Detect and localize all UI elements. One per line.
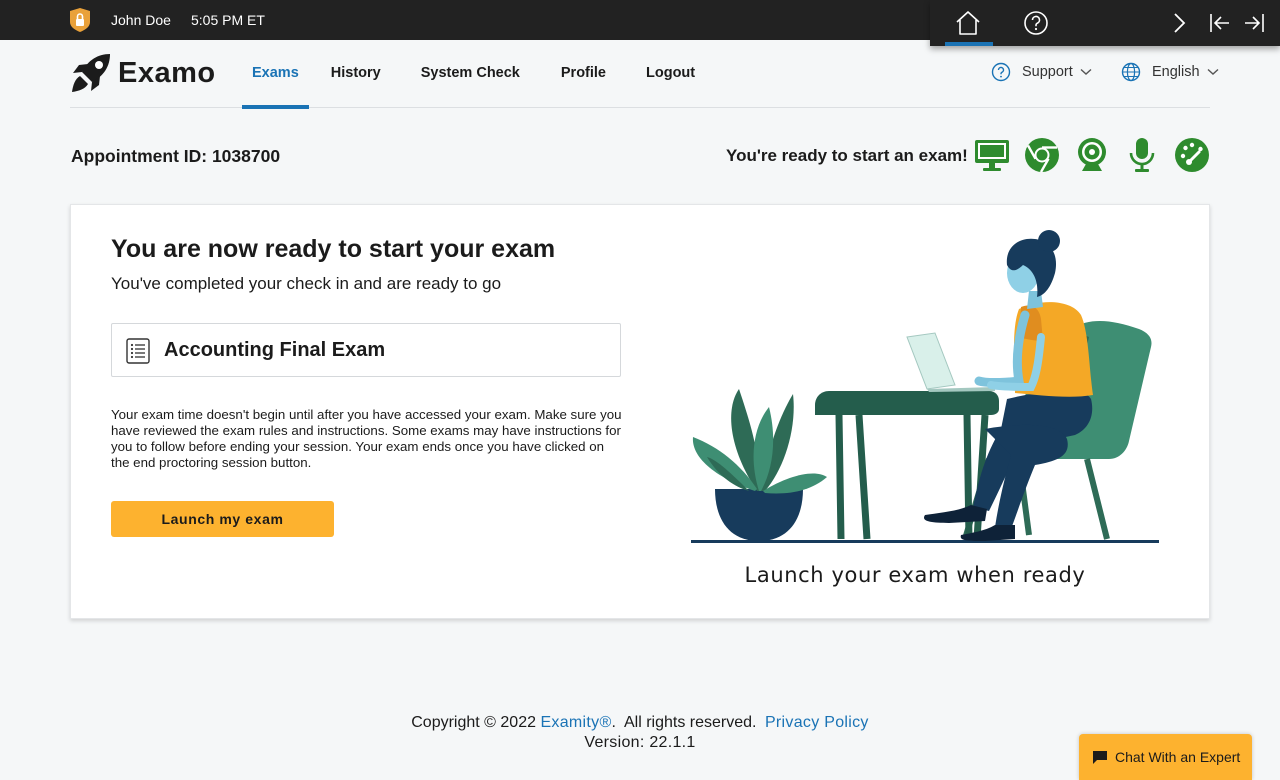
chat-with-expert-button[interactable]: Chat With an Expert [1079, 734, 1252, 780]
language-label: English [1152, 64, 1200, 80]
clock-time: 5:05 PM ET [191, 12, 265, 28]
speed-gauge-icon [1175, 138, 1209, 172]
list-document-icon [126, 338, 150, 364]
system-status-icons [974, 137, 1210, 173]
nav-exams[interactable]: Exams [242, 40, 309, 109]
exam-item: Accounting Final Exam [111, 323, 621, 377]
site-header: Examo Exams History System Check Profile… [70, 40, 1219, 109]
footer-copyright: Copyright © 2022 Examity®. All rights re… [0, 714, 1280, 732]
exam-instructions: Your exam time doesn't begin until after… [111, 407, 622, 470]
copyright-text: Copyright © 2022 [411, 714, 536, 731]
exam-ready-card: You are now ready to start your exam You… [70, 204, 1210, 619]
launch-exam-button[interactable]: Launch my exam [111, 501, 334, 537]
help-circle-icon [991, 62, 1011, 82]
collapse-left-icon[interactable] [1205, 8, 1235, 38]
ready-status-text: You're ready to start an exam! [726, 146, 968, 165]
rights-text: . All rights reserved. [611, 714, 757, 731]
collapse-right-icon[interactable] [1239, 8, 1269, 38]
user-name: John Doe [111, 12, 171, 28]
card-subtitle: You've completed your check in and are r… [111, 274, 502, 293]
nav-profile[interactable]: Profile [561, 40, 606, 108]
chevron-right-icon[interactable] [1164, 8, 1194, 38]
card-title: You are now ready to start your exam [111, 235, 556, 263]
chevron-down-icon [1207, 68, 1219, 75]
examity-link[interactable]: Examity® [540, 714, 611, 731]
student-at-desk-illustration [691, 230, 1159, 543]
nav-logout[interactable]: Logout [646, 40, 695, 108]
brand-name: Examo [118, 56, 216, 89]
support-menu[interactable]: Support [991, 62, 1092, 82]
chat-bubble-icon [1093, 751, 1107, 764]
help-icon[interactable] [1021, 8, 1051, 38]
microphone-icon [1129, 138, 1155, 172]
webcam-icon [1078, 138, 1106, 171]
home-icon[interactable] [953, 8, 983, 38]
brand-logo[interactable]: Examo [70, 52, 216, 94]
appointment-id: Appointment ID: 1038700 [71, 146, 281, 166]
illustration-caption: Launch your exam when ready [744, 563, 1086, 587]
globe-icon [1121, 62, 1141, 82]
exam-name: Accounting Final Exam [164, 339, 386, 361]
privacy-policy-link[interactable]: Privacy Policy [765, 714, 869, 731]
nav-history[interactable]: History [331, 40, 381, 108]
support-label: Support [1022, 64, 1073, 80]
nav-system-check[interactable]: System Check [421, 40, 520, 108]
chevron-down-icon [1080, 68, 1092, 75]
chrome-icon [1025, 138, 1059, 173]
main-nav: Exams History System Check Profile Logou… [242, 40, 695, 109]
lock-icon [70, 8, 90, 32]
rocket-logo-icon [72, 54, 110, 92]
chat-label: Chat With an Expert [1115, 749, 1241, 765]
language-menu[interactable]: English [1121, 62, 1219, 82]
monitor-icon [975, 140, 1009, 171]
